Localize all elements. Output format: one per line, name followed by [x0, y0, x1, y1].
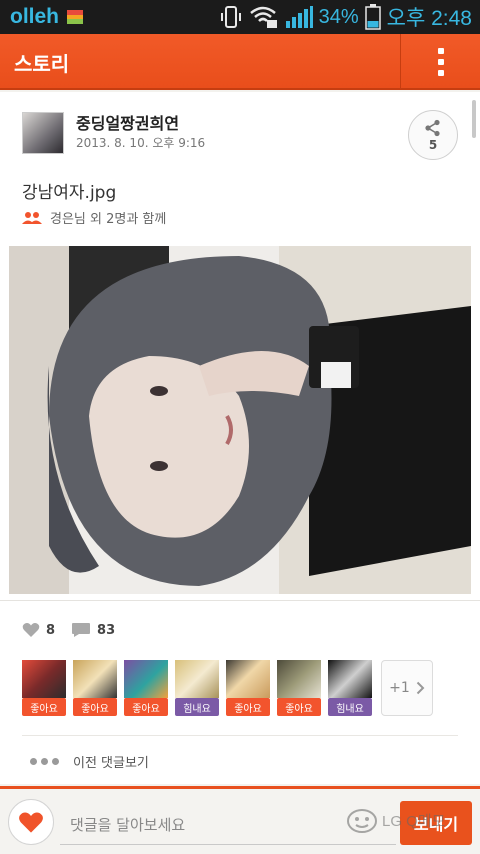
post-title: 강남여자.jpg	[22, 183, 117, 203]
reactor-avatar	[277, 660, 321, 698]
more-dots-icon	[30, 758, 59, 765]
reaction-label: 힘내요	[175, 698, 219, 716]
comments-stat[interactable]: 83	[71, 622, 115, 638]
like-button[interactable]	[8, 799, 54, 845]
overflow-menu-button[interactable]	[401, 34, 480, 90]
comments-count: 83	[97, 622, 116, 638]
post-card: 중딩얼짱권희연 2013. 8. 10. 오후 9:16 5 강남여자.jpg …	[0, 92, 480, 784]
reaction-item[interactable]: 좋아요	[124, 660, 168, 716]
share-button[interactable]: 5	[408, 110, 458, 160]
likes-count: 8	[46, 622, 56, 638]
reaction-label: 좋아요	[22, 698, 66, 716]
reactor-avatar	[226, 660, 270, 698]
previous-comments-label: 이전 댓글보기	[73, 756, 149, 771]
watermark-text: LG Q메모	[382, 812, 446, 830]
chevron-right-icon	[416, 681, 425, 695]
reactor-avatar	[124, 660, 168, 698]
reaction-label: 좋아요	[277, 698, 321, 716]
carrier-label: olleh	[10, 5, 60, 28]
reaction-item[interactable]: 좋아요	[22, 660, 66, 716]
share-icon	[425, 119, 440, 136]
post-stats: 8 83	[22, 622, 131, 638]
heart-icon	[22, 623, 40, 637]
more-reactions-count: +1	[389, 680, 410, 696]
reaction-item[interactable]: 힘내요	[175, 660, 219, 716]
wifi-lock-icon	[249, 6, 277, 28]
tagged-friends[interactable]: 경은님 외 2명과 함께	[22, 208, 166, 227]
reaction-item[interactable]: 힘내요	[328, 660, 372, 716]
reaction-list: 좋아요 좋아요 좋아요 힘내요 좋아요 좋아요 힘내요 +1	[22, 660, 433, 716]
battery-percent: 34%	[318, 5, 359, 28]
likes-stat[interactable]: 8	[22, 622, 55, 638]
reaction-item[interactable]: 좋아요	[277, 660, 321, 716]
status-bar: olleh 34% 오후 2:48	[0, 0, 480, 34]
story-screen: olleh 34% 오후 2:48 스토리 중딩얼짱권희연 2013. 8. 1…	[0, 0, 480, 854]
page-title: 스토리	[14, 52, 70, 76]
signal-icon	[285, 6, 313, 28]
reactor-avatar	[22, 660, 66, 698]
status-icons: 34% 오후 2:48	[219, 0, 472, 34]
heart-icon	[19, 812, 43, 833]
reaction-label: 좋아요	[226, 698, 270, 716]
overflow-menu-icon	[437, 48, 444, 76]
vibrate-icon	[220, 6, 241, 28]
reactor-avatar	[175, 660, 219, 698]
divider	[0, 600, 480, 601]
comment-bar: 보내기 LG Q메모	[0, 786, 480, 854]
qmemo-logo-icon	[347, 809, 377, 833]
avatar[interactable]	[22, 112, 64, 154]
post-photo[interactable]	[9, 246, 471, 594]
app-header: 스토리	[0, 34, 480, 90]
clock: 오후 2:48	[386, 7, 472, 30]
reaction-label: 힘내요	[328, 698, 372, 716]
people-icon	[22, 211, 42, 224]
post-date: 2013. 8. 10. 오후 9:16	[76, 136, 206, 150]
comment-icon	[72, 623, 91, 637]
share-count: 5	[428, 137, 438, 152]
battery-icon	[364, 4, 381, 30]
more-reactions-button[interactable]: +1	[381, 660, 433, 716]
reactor-avatar	[328, 660, 372, 698]
previous-comments-link[interactable]: 이전 댓글보기	[30, 752, 149, 771]
author-name[interactable]: 중딩얼짱권희연	[76, 110, 179, 134]
scrollbar[interactable]	[472, 100, 476, 138]
divider	[22, 735, 458, 736]
tagged-friends-label: 경은님 외 2명과 함께	[50, 212, 167, 227]
reaction-label: 좋아요	[124, 698, 168, 716]
reaction-item[interactable]: 좋아요	[226, 660, 270, 716]
reactor-avatar	[73, 660, 117, 698]
notification-flag-icon	[67, 10, 84, 25]
qmemo-watermark: LG Q메모	[346, 807, 445, 833]
reaction-label: 좋아요	[73, 698, 117, 716]
portrait-image	[9, 246, 471, 594]
reaction-item[interactable]: 좋아요	[73, 660, 117, 716]
